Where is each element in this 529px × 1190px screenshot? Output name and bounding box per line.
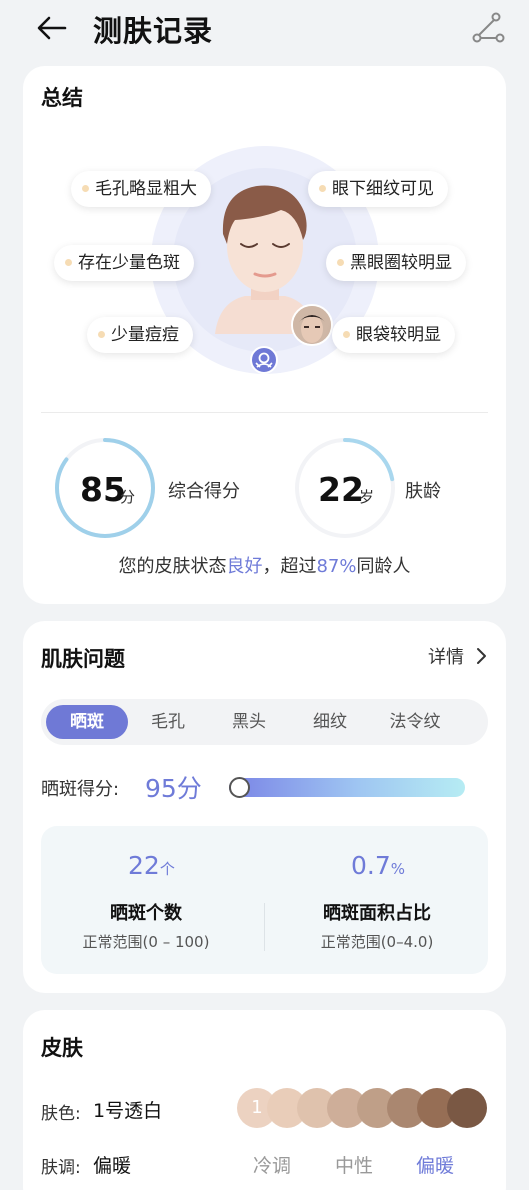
summary-tag-pores: 毛孔略显粗大 [71, 171, 211, 207]
skin-age-label: 肤龄 [405, 481, 441, 502]
status-prefix: 您的皮肤状态 [118, 556, 227, 577]
user-photo-thumbnail[interactable] [291, 304, 333, 346]
face-scan-badge[interactable] [250, 346, 278, 374]
skin-tone-label: 肤调: [41, 1158, 81, 1178]
skin-color-swatch-8[interactable] [447, 1088, 487, 1128]
user-photo-avatar [293, 306, 331, 344]
selected-swatch-number: 1 [251, 1097, 263, 1118]
back-button[interactable] [34, 10, 70, 46]
tab-blackheads[interactable]: 黑头 [208, 705, 290, 739]
tab-fine-lines[interactable]: 细纹 [290, 705, 370, 739]
sun-spot-area-value: 0.7% [351, 851, 405, 880]
sun-spot-count-number: 22 [128, 851, 160, 880]
skin-issues-card: 肌肤问题 详情 晒斑 毛孔 黑头 细纹 法令纹 晒斑得分: 95分 22个 晒斑… [23, 621, 506, 993]
skin-title: 皮肤 [41, 1036, 83, 1060]
sun-spot-area-range: 正常范围(0–4.0) [320, 933, 434, 951]
tone-option-cool[interactable]: 冷调 [253, 1151, 291, 1178]
status-mid: ，超过 [262, 556, 317, 577]
skin-tone-value: 偏暖 [93, 1155, 132, 1177]
sun-spot-count-value: 22个 [128, 851, 175, 880]
skin-status-summary: 您的皮肤状态良好，超过87%同龄人 [23, 552, 506, 578]
share-icon [472, 12, 505, 43]
app-header: 测肤记录 [0, 0, 529, 56]
summary-divider [41, 412, 488, 413]
summary-card: 总结 毛孔略显粗大 眼下细纹可见 存在少量色斑 黑眼圈较明显 少量痘痘 眼袋较明… [23, 66, 506, 604]
chevron-right-icon[interactable] [475, 647, 487, 665]
summary-tag-eye-bags: 眼袋较明显 [332, 317, 455, 353]
percentile-highlight: 87% [316, 556, 357, 577]
summary-tag-acne: 少量痘痘 [87, 317, 193, 353]
share-button[interactable] [470, 10, 506, 46]
sun-spot-count-unit: 个 [159, 860, 175, 878]
overall-score-label: 综合得分 [168, 481, 240, 502]
skin-age-unit: 岁 [359, 488, 375, 506]
tab-nasolabial-folds[interactable]: 法令纹 [376, 705, 454, 739]
summary-tag-fine-lines: 眼下细纹可见 [308, 171, 448, 207]
page-title: 测肤记录 [93, 14, 214, 48]
summary-title: 总结 [41, 86, 83, 110]
sun-spot-score-value: 95分 [145, 774, 202, 803]
stats-divider [264, 903, 265, 951]
status-suffix: 同龄人 [356, 556, 411, 577]
overall-score-unit: 分 [120, 488, 136, 506]
summary-tag-spots: 存在少量色斑 [54, 245, 194, 281]
status-highlight: 良好 [226, 556, 263, 577]
sun-spot-score-marker [229, 777, 250, 798]
sun-spot-stats-panel: 22个 晒斑个数 正常范围(0 – 100) 0.7% 晒斑面积占比 正常范围(… [41, 826, 488, 974]
sun-spot-count-label: 晒斑个数 [110, 903, 182, 924]
skin-color-label: 肤色: [41, 1104, 81, 1124]
skin-color-value: 1号透白 [93, 1100, 163, 1122]
sun-spot-area-unit: % [390, 860, 406, 878]
skin-card: 皮肤 肤色: 1号透白 1 肤调: 偏暖 冷调 中性 偏暖 [23, 1010, 506, 1190]
tone-option-warm[interactable]: 偏暖 [416, 1151, 454, 1178]
arrow-left-icon [37, 16, 67, 40]
tone-option-neutral[interactable]: 中性 [335, 1151, 373, 1178]
summary-tag-dark-circles: 黑眼圈较明显 [326, 245, 466, 281]
sun-spot-area-label: 晒斑面积占比 [323, 903, 431, 924]
tab-sun-spots[interactable]: 晒斑 [46, 705, 128, 739]
sun-spot-count-range: 正常范围(0 – 100) [82, 933, 210, 951]
sun-spot-area-number: 0.7 [351, 851, 391, 880]
face-scan-icon [255, 352, 273, 368]
details-link[interactable]: 详情 [428, 643, 464, 669]
tab-pores[interactable]: 毛孔 [128, 705, 208, 739]
skin-issues-title: 肌肤问题 [41, 647, 125, 671]
skin-issue-tabs: 晒斑 毛孔 黑头 细纹 法令纹 [41, 699, 488, 745]
skin-age-value: 22 [318, 470, 364, 509]
sun-spot-score-bar [229, 778, 465, 797]
sun-spot-score-label: 晒斑得分: [41, 779, 120, 800]
